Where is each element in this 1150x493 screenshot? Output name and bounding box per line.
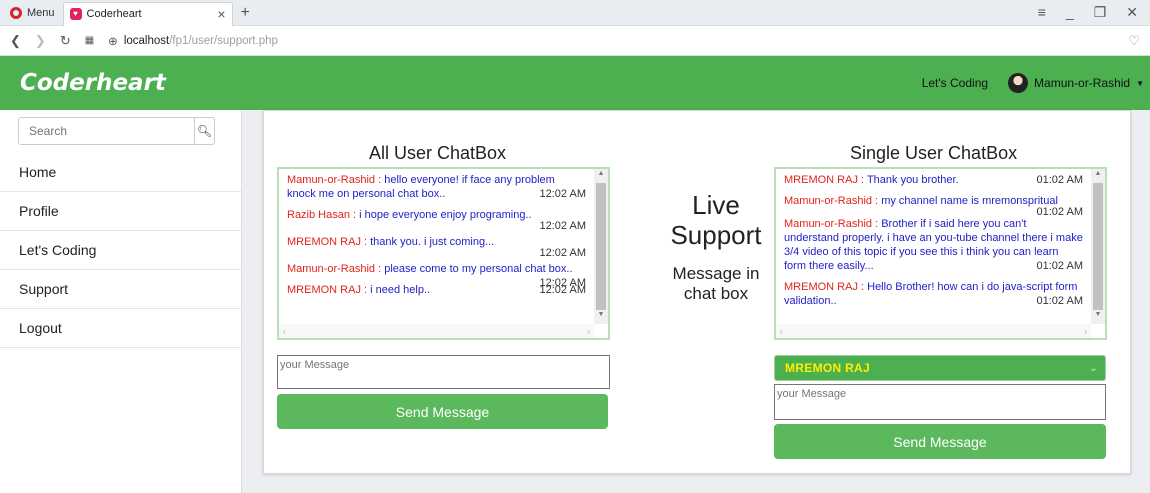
- speed-dial-icon[interactable]: ▦: [85, 35, 94, 46]
- list-item: 12:02 AM Mamun-or-Rashid : please come to…: [287, 263, 586, 289]
- sidebar-item-logout[interactable]: Logout: [0, 309, 241, 348]
- list-item: Razib Hasan : i hope everyone enjoy prog…: [287, 209, 586, 232]
- address-bar: ❮ ❯ ↻ ▦ ⊕ localhost/fp1/user/support.php…: [0, 26, 1150, 56]
- support-label: Support: [670, 220, 762, 250]
- support-panel: All User ChatBox Mamun-or-Rashid : 12:02…: [263, 110, 1131, 474]
- sidebar-item-home[interactable]: Home: [0, 153, 241, 192]
- all-chat-message-input[interactable]: [277, 355, 610, 389]
- opera-menu-label: Menu: [27, 6, 55, 19]
- main-content: All User ChatBox Mamun-or-Rashid : 12:02…: [242, 110, 1150, 493]
- url-host: localhost: [123, 34, 170, 47]
- all-chat-title: All User ChatBox: [369, 143, 507, 163]
- single-chat-box: 01:02 AM MREMON RAJ : Thank you brother. …: [774, 167, 1107, 340]
- live-label: Live: [692, 190, 740, 220]
- sidebar-search: 🔍︎: [18, 117, 215, 145]
- opera-logo-icon: [10, 6, 22, 19]
- single-chat-send-button[interactable]: Send Message: [774, 424, 1106, 459]
- single-chat-messages: 01:02 AM MREMON RAJ : Thank you brother. …: [776, 169, 1091, 324]
- horizontal-scrollbar[interactable]: ‹ ›: [279, 324, 594, 338]
- new-tab-button[interactable]: +: [241, 4, 250, 22]
- window-controls: ≡ _ ❐ ✕: [1038, 4, 1150, 21]
- chevron-down-icon: ⌄: [1089, 362, 1098, 374]
- horizontal-scrollbar[interactable]: ‹ ›: [776, 324, 1091, 338]
- list-item: Mamun-or-Rashid : my channel name is mre…: [784, 195, 1083, 218]
- url-field[interactable]: ⊕ localhost/fp1/user/support.php: [108, 34, 278, 48]
- user-dropdown[interactable]: Mamun-or-Rashid ▼: [1008, 73, 1144, 93]
- user-name: Mamun-or-Rashid: [1034, 76, 1131, 90]
- all-chat-messages: Mamun-or-Rashid : 12:02 AM hello everyone…: [279, 169, 594, 324]
- list-item: Mamun-or-Rashid : 12:02 AM hello everyone…: [287, 174, 586, 200]
- list-item: 01:02 AM MREMON RAJ : Thank you brother.: [784, 174, 1083, 186]
- all-chat-box: Mamun-or-Rashid : 12:02 AM hello everyone…: [277, 167, 610, 340]
- avatar: [1008, 73, 1029, 93]
- list-item: MREMON RAJ : Hello Brother! how can i do…: [784, 281, 1083, 307]
- browser-tab[interactable]: ♥ Coderheart ×: [62, 1, 233, 26]
- vertical-scrollbar[interactable]: ▲ ▼: [594, 169, 608, 324]
- opera-menu-button[interactable]: Menu: [0, 0, 63, 26]
- site-navbar: Coderheart Let's Coding Mamun-or-Rashid …: [0, 56, 1150, 110]
- close-window-icon[interactable]: ✕: [1126, 4, 1138, 21]
- forward-icon[interactable]: ❯: [35, 33, 46, 49]
- live-support-heading: Live Support Message in chat box: [657, 190, 775, 304]
- tab-close-button[interactable]: ×: [217, 6, 225, 22]
- list-item: MREMON RAJ : thank you. i just coming...…: [287, 236, 586, 259]
- browser-tab-bar: Menu ♥ Coderheart × + ≡ _ ❐ ✕: [0, 0, 1150, 26]
- selected-user: MREMON RAJ: [785, 361, 871, 375]
- sidebar: 🔍︎ Home Profile Let's Coding Support Log…: [0, 110, 242, 493]
- favicon-icon: ♥: [69, 8, 82, 20]
- bookmark-heart-icon[interactable]: ♡: [1128, 33, 1140, 49]
- vertical-scrollbar[interactable]: ▲ ▼: [1091, 169, 1105, 324]
- search-input[interactable]: [19, 118, 194, 144]
- nav-lets-coding-link[interactable]: Let's Coding: [922, 76, 988, 90]
- sidebar-item-lets-coding[interactable]: Let's Coding: [0, 231, 241, 270]
- back-icon[interactable]: ❮: [10, 33, 21, 49]
- single-chat-message-input[interactable]: [774, 384, 1106, 420]
- globe-icon: ⊕: [108, 35, 118, 48]
- restore-icon[interactable]: ❐: [1094, 4, 1107, 21]
- minimize-icon[interactable]: _: [1066, 4, 1074, 21]
- url-path: /fp1/user/support.php: [169, 34, 278, 47]
- brand-logo[interactable]: Coderheart: [20, 70, 166, 96]
- caret-down-icon: ▼: [1136, 78, 1144, 88]
- reload-icon[interactable]: ↻: [60, 33, 71, 49]
- single-chat-title: Single User ChatBox: [850, 143, 1018, 163]
- user-select[interactable]: MREMON RAJ ⌄: [774, 355, 1106, 381]
- search-icon: 🔍︎: [196, 124, 213, 138]
- sidebar-item-support[interactable]: Support: [0, 270, 241, 309]
- tab-title: Coderheart: [86, 8, 142, 20]
- message-in-chat-box-label: Message in chat box: [672, 264, 760, 303]
- search-button[interactable]: 🔍︎: [194, 118, 214, 144]
- list-item: 12:02 AM MREMON RAJ : i need help..: [287, 284, 586, 296]
- all-chat-send-button[interactable]: Send Message: [277, 394, 608, 429]
- list-item: Mamun-or-Rashid : Brother if i said here…: [784, 218, 1083, 272]
- sidebar-item-profile[interactable]: Profile: [0, 192, 241, 231]
- tab-menu-icon[interactable]: ≡: [1038, 4, 1046, 21]
